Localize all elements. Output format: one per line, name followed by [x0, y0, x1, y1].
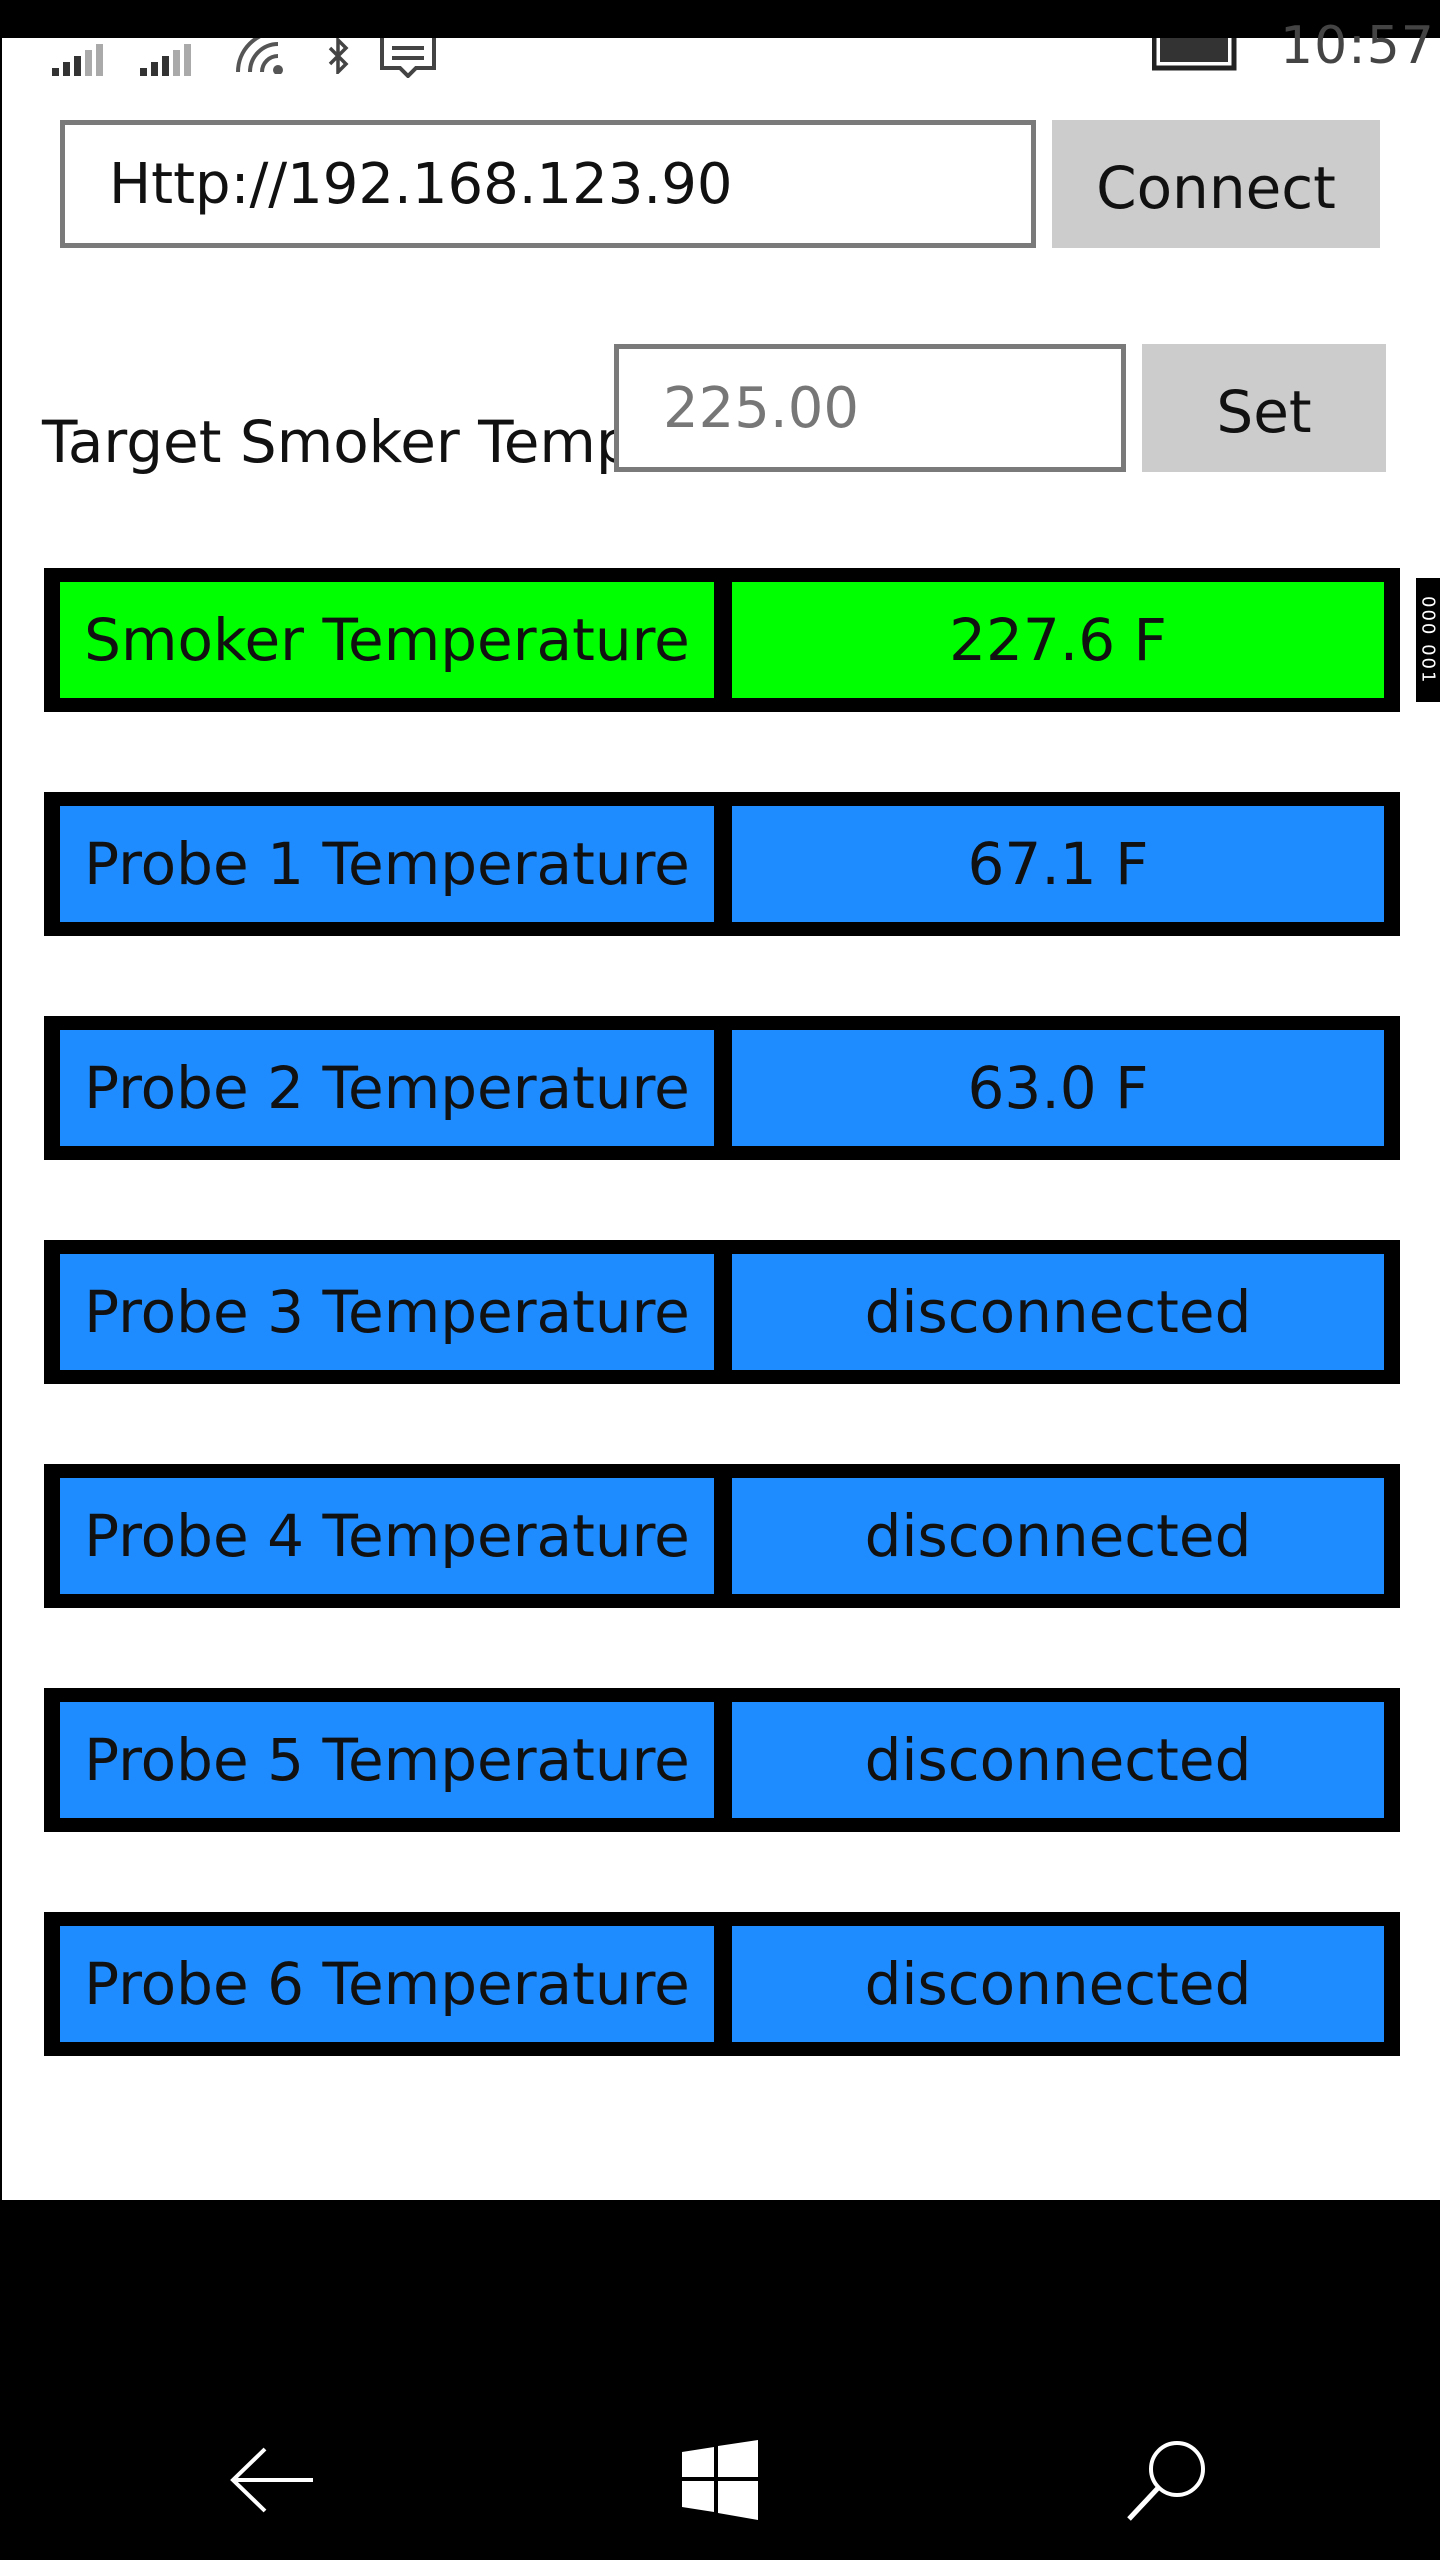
status-icons: 10:57: [2, 16, 1440, 78]
reading-label: Smoker Temperature: [60, 582, 714, 698]
signal-strength-2-icon: [140, 44, 191, 76]
reading-label: Probe 4 Temperature: [60, 1478, 714, 1594]
reading-label: Probe 6 Temperature: [60, 1926, 714, 2042]
reading-value: disconnected: [732, 1478, 1384, 1594]
reading-value: disconnected: [732, 1702, 1384, 1818]
reading-row-smoker: Smoker Temperature 227.6 F: [44, 568, 1400, 712]
target-temp-label: Target Smoker Temp:: [42, 408, 653, 476]
target-temp-input[interactable]: [614, 344, 1126, 472]
clock: 10:57: [1280, 16, 1435, 76]
reading-row-probe-1: Probe 1 Temperature 67.1 F: [44, 792, 1400, 936]
status-bar: [0, 0, 1440, 38]
reading-row-probe-4: Probe 4 Temperature disconnected: [44, 1464, 1400, 1608]
reading-row-probe-2: Probe 2 Temperature 63.0 F: [44, 1016, 1400, 1160]
reading-row-probe-6: Probe 6 Temperature disconnected: [44, 1912, 1400, 2056]
reading-label: Probe 5 Temperature: [60, 1702, 714, 1818]
search-button[interactable]: [1108, 2420, 1228, 2540]
connect-button[interactable]: Connect: [1052, 120, 1380, 248]
signal-strength-icon: [52, 44, 103, 76]
reading-value: disconnected: [732, 1254, 1384, 1370]
reading-value: 67.1 F: [732, 806, 1384, 922]
battery-icon: [1152, 38, 1237, 71]
notification-message-icon: [380, 38, 436, 78]
reading-value: 63.0 F: [732, 1030, 1384, 1146]
bluetooth-icon: [328, 38, 349, 74]
reading-label: Probe 2 Temperature: [60, 1030, 714, 1146]
reading-label: Probe 3 Temperature: [60, 1254, 714, 1370]
reading-row-probe-5: Probe 5 Temperature disconnected: [44, 1688, 1400, 1832]
reading-row-probe-3: Probe 3 Temperature disconnected: [44, 1240, 1400, 1384]
url-input[interactable]: [60, 120, 1036, 248]
wifi-icon: [236, 38, 283, 74]
back-button[interactable]: [212, 2420, 332, 2540]
reading-value: disconnected: [732, 1926, 1384, 2042]
windows-logo-icon: [682, 2440, 758, 2520]
search-icon: [1127, 2441, 1205, 2521]
side-tab[interactable]: 000 001: [1416, 578, 1440, 702]
reading-label: Probe 1 Temperature: [60, 806, 714, 922]
back-arrow-icon: [230, 2447, 313, 2513]
navigation-bar: [0, 2200, 1440, 2560]
set-button[interactable]: Set: [1142, 344, 1386, 472]
phone-screen: 10:57 Connect Target Smoker Temp: Set Sm…: [0, 0, 1440, 2560]
app-content: 10:57 Connect Target Smoker Temp: Set Sm…: [0, 16, 1440, 2200]
reading-value: 227.6 F: [732, 582, 1384, 698]
home-button[interactable]: [660, 2420, 780, 2540]
